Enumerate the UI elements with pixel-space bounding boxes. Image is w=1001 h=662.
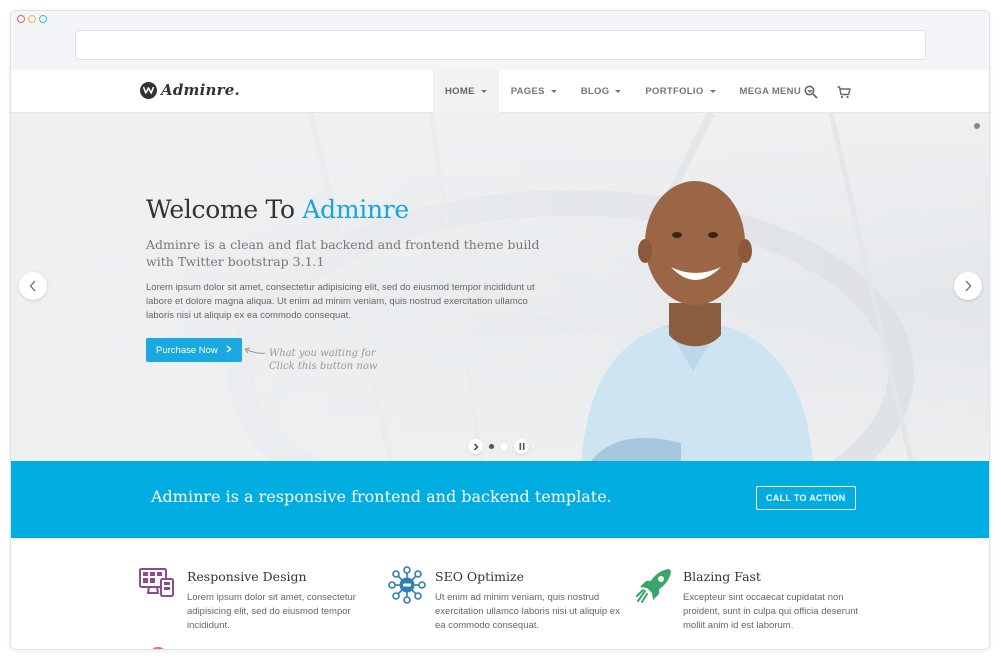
caret-down-icon	[709, 90, 716, 93]
menu-item-home[interactable]: HOME	[433, 70, 499, 113]
slider-play-next-button[interactable]	[468, 439, 483, 454]
hint-line-2: Click this button now	[269, 361, 378, 372]
minimize-window-dot[interactable]	[28, 15, 36, 23]
brand-name: Adminre.	[161, 81, 240, 99]
menu-label: PAGES	[510, 86, 545, 97]
chevron-right-icon	[473, 443, 478, 450]
menu-item-portfolio[interactable]: PORTFOLIO	[633, 70, 727, 113]
hero-title-accent: Adminre	[302, 195, 409, 224]
close-window-dot[interactable]	[17, 15, 25, 23]
features-section: Responsive Design Lorem ipsum dolor sit …	[11, 538, 989, 649]
chevron-right-icon	[226, 345, 232, 356]
menu-label: MEGA MENU	[739, 86, 802, 97]
seo-network-icon	[387, 566, 427, 609]
call-to-action-bar: Adminre is a responsive frontend and bac…	[11, 461, 989, 538]
caret-down-icon	[550, 90, 557, 93]
hero-subtitle: Adminre is a clean and flat backend and …	[146, 237, 540, 269]
feature-text: Lorem ipsum dolor sit amet, consectetur …	[187, 592, 356, 631]
caret-down-icon	[480, 90, 487, 93]
browser-window: Adminre. HOME PAGES BLOG PORTFOLIO MEGA …	[10, 10, 990, 650]
logo-mark-icon	[140, 81, 157, 99]
menu-label: PORTFOLIO	[645, 86, 704, 97]
chevron-left-icon	[29, 280, 36, 292]
smiling-man-photo	[581, 181, 813, 461]
slider-indicator-dot	[974, 123, 980, 129]
caret-down-icon	[615, 90, 622, 93]
hero-title-prefix: Welcome To	[146, 195, 303, 224]
slider-prev-button[interactable]	[19, 272, 47, 300]
heart-icon	[151, 647, 165, 649]
brand-logo[interactable]: Adminre.	[140, 81, 240, 99]
slider-next-button[interactable]	[954, 272, 982, 300]
hint-arrow-icon	[241, 345, 267, 364]
hero-description: Lorem ipsum dolor sit amet, consectetur …	[146, 282, 535, 321]
rocket-icon	[635, 566, 675, 609]
feature-title: Responsive Design	[187, 569, 307, 584]
hero-title: Welcome To Adminre	[146, 195, 409, 224]
cart-icon[interactable]	[836, 84, 852, 100]
slider-pause-button[interactable]	[514, 439, 529, 454]
feature-text: Ut enim ad minim veniam, quis nostrud ex…	[435, 592, 620, 631]
navbar: Adminre. HOME PAGES BLOG PORTFOLIO MEGA …	[11, 70, 989, 113]
hero-slider: Welcome To Adminre Adminre is a clean an…	[11, 113, 989, 461]
search-icon[interactable]	[803, 84, 819, 100]
slide-dot-2[interactable]	[500, 442, 508, 451]
devices-icon	[139, 566, 177, 605]
chevron-right-icon	[965, 280, 972, 292]
purchase-button-label: Purchase Now	[156, 344, 218, 356]
menu-item-blog[interactable]: BLOG	[569, 70, 634, 113]
menu-label: BLOG	[580, 86, 610, 97]
hint-line-1: What you waiting for	[269, 348, 376, 359]
feature-text: Excepteur sint occaecat cupidatat non pr…	[683, 592, 859, 631]
feature-title: SEO Optimize	[435, 569, 525, 584]
hint-text: What you waiting for Click this button n…	[269, 347, 377, 373]
purchase-now-button[interactable]: Purchase Now	[146, 338, 242, 362]
menu-label: HOME	[445, 86, 475, 97]
slide-dot-1[interactable]	[489, 444, 494, 449]
slider-controls	[468, 439, 529, 454]
website: Adminre. HOME PAGES BLOG PORTFOLIO MEGA …	[11, 70, 989, 649]
address-bar[interactable]	[75, 30, 926, 60]
feature-title: Blazing Fast	[683, 569, 761, 584]
menu-item-pages[interactable]: PAGES	[499, 70, 569, 113]
main-menu: HOME PAGES BLOG PORTFOLIO MEGA MENU	[433, 70, 825, 113]
call-to-action-button[interactable]: CALL TO ACTION	[756, 486, 856, 510]
window-controls	[17, 15, 47, 23]
maximize-window-dot[interactable]	[39, 15, 47, 23]
pause-icon	[519, 443, 524, 450]
cta-text: Adminre is a responsive frontend and bac…	[151, 487, 612, 506]
